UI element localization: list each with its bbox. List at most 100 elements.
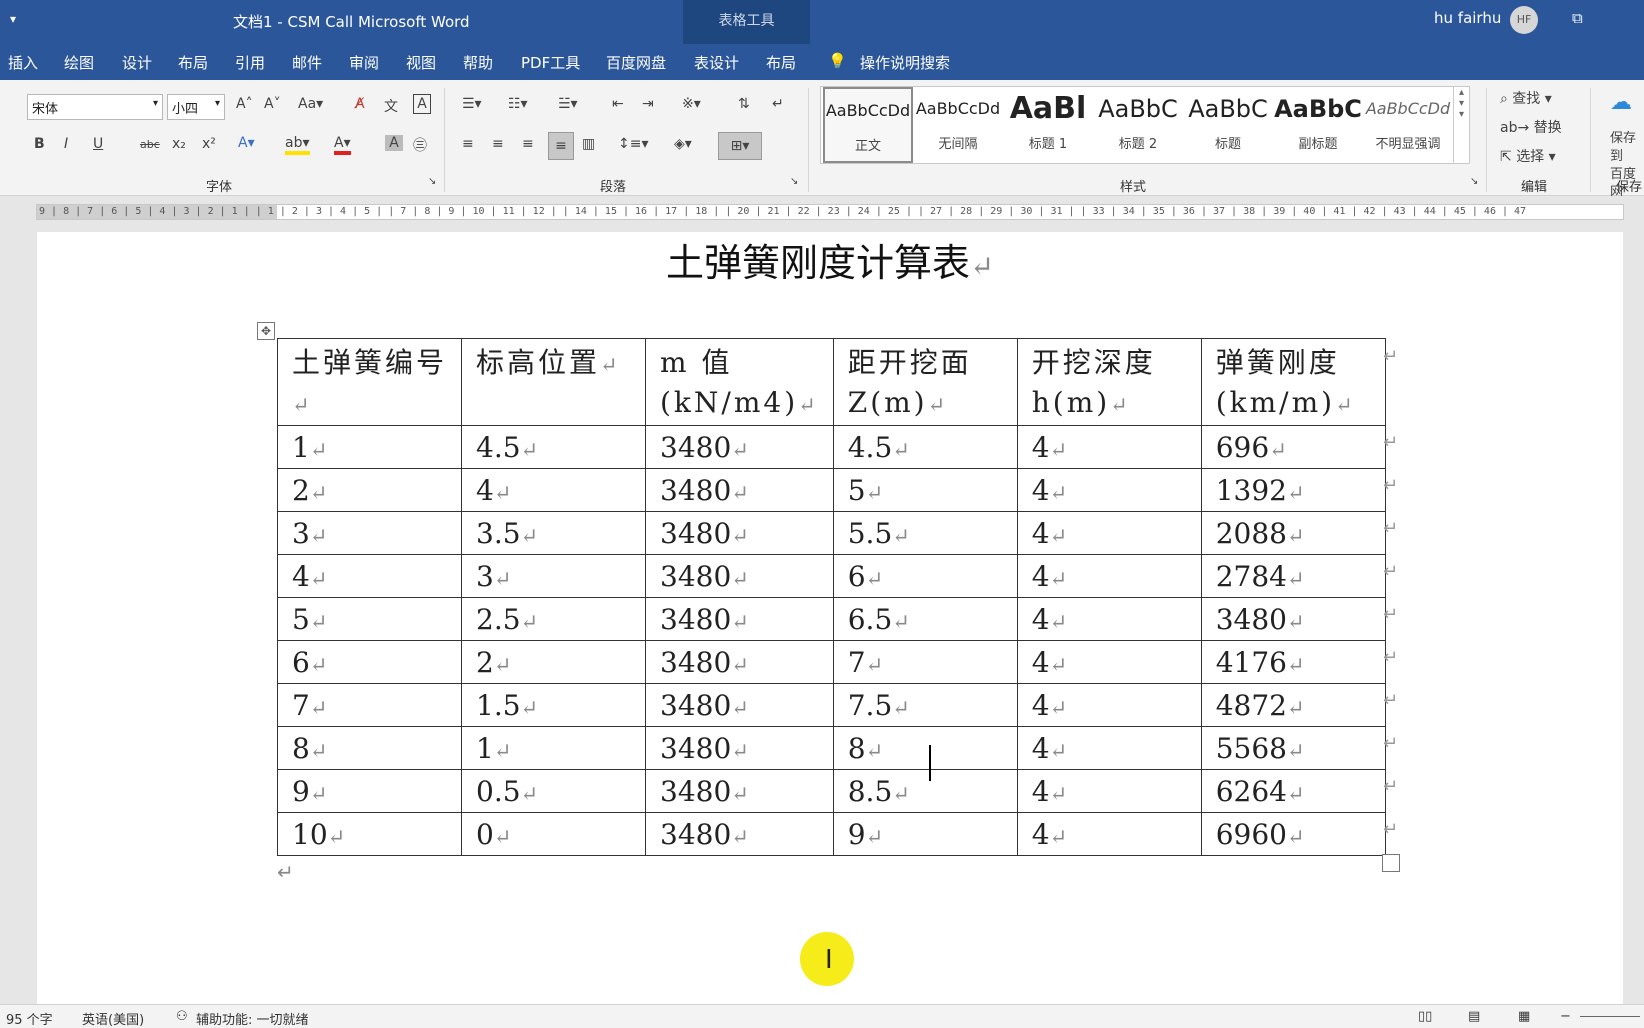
header-cell[interactable]: 标高位置↵: [461, 338, 646, 426]
read-mode-icon[interactable]: ▯▯: [1418, 1009, 1432, 1024]
table-cell[interactable]: 4↵: [1016, 726, 1202, 770]
header-cell[interactable]: 弹簧刚度(km/m)↵: [1200, 338, 1386, 426]
superscript-icon[interactable]: x²: [202, 136, 216, 152]
table-cell[interactable]: 6↵: [832, 554, 1018, 598]
quick-access-dropdown-icon[interactable]: ▾: [10, 12, 16, 26]
word-count[interactable]: 95 个字: [6, 1009, 53, 1028]
decrease-indent-icon[interactable]: ⇤: [612, 96, 624, 112]
replace-button[interactable]: ab→ 替换: [1500, 117, 1562, 137]
sort-icon[interactable]: ⇅: [738, 96, 750, 112]
character-shading-icon[interactable]: A: [385, 135, 403, 151]
chinese-layout-icon[interactable]: ※▾: [682, 96, 701, 112]
table-cell[interactable]: 6↵: [277, 640, 462, 684]
justify-icon[interactable]: ≡: [548, 132, 574, 160]
table-cell[interactable]: 4.5↵: [461, 425, 646, 469]
table-cell[interactable]: 4↵: [1016, 511, 1202, 555]
table-cell[interactable]: 3480↵: [645, 683, 834, 727]
table-cell[interactable]: 8.5↵: [832, 769, 1018, 813]
table-cell[interactable]: 3480↵: [645, 812, 834, 856]
tab-table-layout[interactable]: 布局: [766, 52, 796, 73]
table-cell[interactable]: 3480↵: [1200, 597, 1386, 641]
table-cell[interactable]: 4↵: [1016, 425, 1202, 469]
align-left-icon[interactable]: ≡: [462, 136, 474, 152]
style-title[interactable]: AaBbC 标题: [1183, 87, 1273, 163]
zoom-slider[interactable]: [1580, 1016, 1640, 1017]
table-cell[interactable]: 10↵: [277, 812, 462, 856]
subscript-icon[interactable]: x₂: [172, 136, 186, 152]
table-cell[interactable]: 2.5↵: [461, 597, 646, 641]
cloud-save-icon[interactable]: ☁: [1610, 90, 1632, 115]
tab-review[interactable]: 审阅: [349, 52, 379, 73]
table-cell[interactable]: 3480↵: [645, 726, 834, 770]
avatar[interactable]: HF: [1510, 6, 1538, 34]
tab-insert[interactable]: 插入: [8, 52, 38, 73]
table-cell[interactable]: 1↵: [461, 726, 646, 770]
table-cell[interactable]: 9↵: [277, 769, 462, 813]
table-cell[interactable]: 3480↵: [645, 425, 834, 469]
dialog-launcher-icon[interactable]: ↘: [1470, 176, 1478, 187]
table-cell[interactable]: 7↵: [832, 640, 1018, 684]
style-heading-1[interactable]: AaBl 标题 1: [1003, 87, 1093, 163]
tell-me-search[interactable]: 操作说明搜索: [860, 52, 950, 73]
change-case-icon[interactable]: Aa▾: [298, 96, 323, 112]
table-cell[interactable]: 696↵: [1200, 425, 1386, 469]
table-cell[interactable]: 3480↵: [645, 468, 834, 512]
table-cell[interactable]: 3480↵: [645, 511, 834, 555]
table-cell[interactable]: 3↵: [277, 511, 462, 555]
text-effects-icon[interactable]: A▾: [238, 135, 255, 151]
tab-layout[interactable]: 布局: [178, 52, 208, 73]
numbering-icon[interactable]: ☷▾: [508, 96, 528, 112]
document-page[interactable]: 土弹簧刚度计算表↵ ✥ 土弹簧编号↵ 标高位置↵ m 值(kN/m4)↵ 距开挖…: [37, 232, 1623, 1004]
table-cell[interactable]: 2784↵: [1200, 554, 1386, 598]
dialog-launcher-icon[interactable]: ↘: [790, 176, 798, 187]
style-subtitle[interactable]: AaBbC 副标题: [1273, 87, 1363, 163]
table-cell[interactable]: 3.5↵: [461, 511, 646, 555]
line-spacing-icon[interactable]: ↕≡▾: [618, 136, 649, 152]
document-title[interactable]: 土弹簧刚度计算表↵: [37, 232, 1623, 287]
find-button[interactable]: ⌕ 查找 ▾: [1500, 88, 1552, 108]
table-cell[interactable]: 1.5↵: [461, 683, 646, 727]
table-cell[interactable]: 4.5↵: [832, 425, 1018, 469]
table-cell[interactable]: 8↵: [277, 726, 462, 770]
table-cell[interactable]: 4↵: [1016, 597, 1202, 641]
tab-design[interactable]: 设计: [122, 52, 152, 73]
style-no-spacing[interactable]: AaBbCcDd 无间隔: [913, 87, 1003, 163]
font-name-box[interactable]: 宋体 ▾: [27, 94, 163, 120]
tab-references[interactable]: 引用: [235, 52, 265, 73]
table-cell[interactable]: 1↵: [277, 425, 462, 469]
ribbon-display-options-icon[interactable]: ⧉: [1572, 9, 1583, 27]
phonetic-guide-icon[interactable]: 文: [384, 96, 398, 116]
header-cell[interactable]: 开挖深度h(m)↵: [1016, 338, 1202, 426]
table-cell[interactable]: 8↵: [832, 726, 1018, 770]
increase-indent-icon[interactable]: ⇥: [642, 96, 654, 112]
borders-icon[interactable]: ⊞▾: [718, 132, 762, 160]
table-resize-handle[interactable]: [1382, 854, 1400, 872]
tab-help[interactable]: 帮助: [463, 52, 493, 73]
table-cell[interactable]: 2↵: [461, 640, 646, 684]
table-cell[interactable]: 3480↵: [645, 769, 834, 813]
header-cell[interactable]: m 值(kN/m4)↵: [645, 338, 834, 426]
highlight-icon[interactable]: ab▾: [285, 135, 310, 155]
table-cell[interactable]: 0.5↵: [461, 769, 646, 813]
table-cell[interactable]: 4↵: [277, 554, 462, 598]
accessibility-status[interactable]: 辅助功能: 一切就绪: [196, 1009, 309, 1028]
table-cell[interactable]: 2088↵: [1200, 511, 1386, 555]
table-cell[interactable]: 4↵: [1016, 640, 1202, 684]
tab-draw[interactable]: 绘图: [64, 52, 94, 73]
table-cell[interactable]: 4↵: [1016, 812, 1202, 856]
table-cell[interactable]: 0↵: [461, 812, 646, 856]
table-cell[interactable]: 7↵: [277, 683, 462, 727]
table-cell[interactable]: 4872↵: [1200, 683, 1386, 727]
table-cell[interactable]: 3480↵: [645, 640, 834, 684]
character-border-icon[interactable]: A: [413, 94, 431, 114]
tab-pdf-tools[interactable]: PDF工具: [521, 52, 580, 73]
strikethrough-icon[interactable]: abc: [140, 138, 160, 151]
tab-baidu-netdisk[interactable]: 百度网盘: [606, 52, 666, 73]
zoom-out-icon[interactable]: −: [1560, 1009, 1571, 1024]
print-layout-icon[interactable]: ▤: [1468, 1009, 1480, 1024]
tab-view[interactable]: 视图: [406, 52, 436, 73]
table-cell[interactable]: 2↵: [277, 468, 462, 512]
show-marks-icon[interactable]: ↵: [772, 96, 784, 112]
style-normal[interactable]: AaBbCcDd 正文: [823, 87, 913, 163]
table-cell[interactable]: 3480↵: [645, 597, 834, 641]
